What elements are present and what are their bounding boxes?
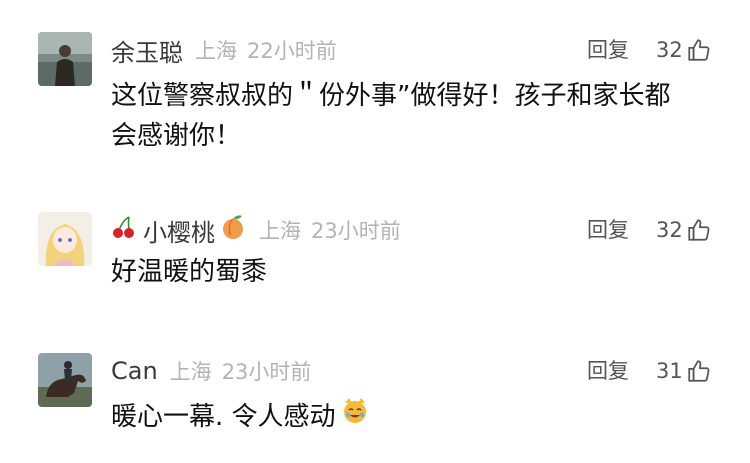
like-count: 31 [656,359,683,383]
thumbs-up-icon [688,39,710,61]
like-button[interactable]: 31 [656,353,712,389]
timestamp: 23小时前 [221,360,312,384]
like-count: 32 [656,218,683,242]
location-label: 上海 [259,219,301,243]
location-label: 上海 [195,39,237,63]
avatar[interactable] [38,353,92,407]
horse-rider-avatar-icon [38,353,92,407]
reply-button[interactable]: 回复 [587,212,629,248]
like-count: 32 [656,38,683,62]
timestamp: 23小时前 [311,219,401,243]
timestamp: 22小时前 [247,39,337,63]
crying-cat-emoji-icon [340,395,370,439]
anime-girl-avatar-icon [38,212,92,266]
comment-text-line: 会感谢你！ [111,121,242,151]
comment-text-line: 暖心一幕. 令人感动 [111,402,336,432]
avatar[interactable] [38,32,92,86]
username[interactable]: 余玉聪 [111,33,183,68]
thumbs-up-icon [688,219,710,241]
reply-button[interactable]: 回复 [587,353,629,389]
username[interactable]: Can [111,357,158,385]
location-label: 上海 [169,360,212,384]
avatar[interactable] [38,212,92,266]
comment-text-line: 这位警察叔叔的＂份外事”做得好！孩子和家长都 [111,81,671,111]
username[interactable]: 小樱桃 [143,213,215,248]
cherries-emoji-icon [111,214,137,246]
peach-emoji-icon [219,213,247,247]
like-button[interactable]: 32 [656,212,712,248]
reply-button[interactable]: 回复 [587,32,629,68]
thumbs-up-icon [688,360,710,382]
man-portrait-avatar-icon [38,32,92,86]
comment-text-line: 好温暖的蜀黍 [111,257,268,287]
like-button[interactable]: 32 [656,32,712,68]
